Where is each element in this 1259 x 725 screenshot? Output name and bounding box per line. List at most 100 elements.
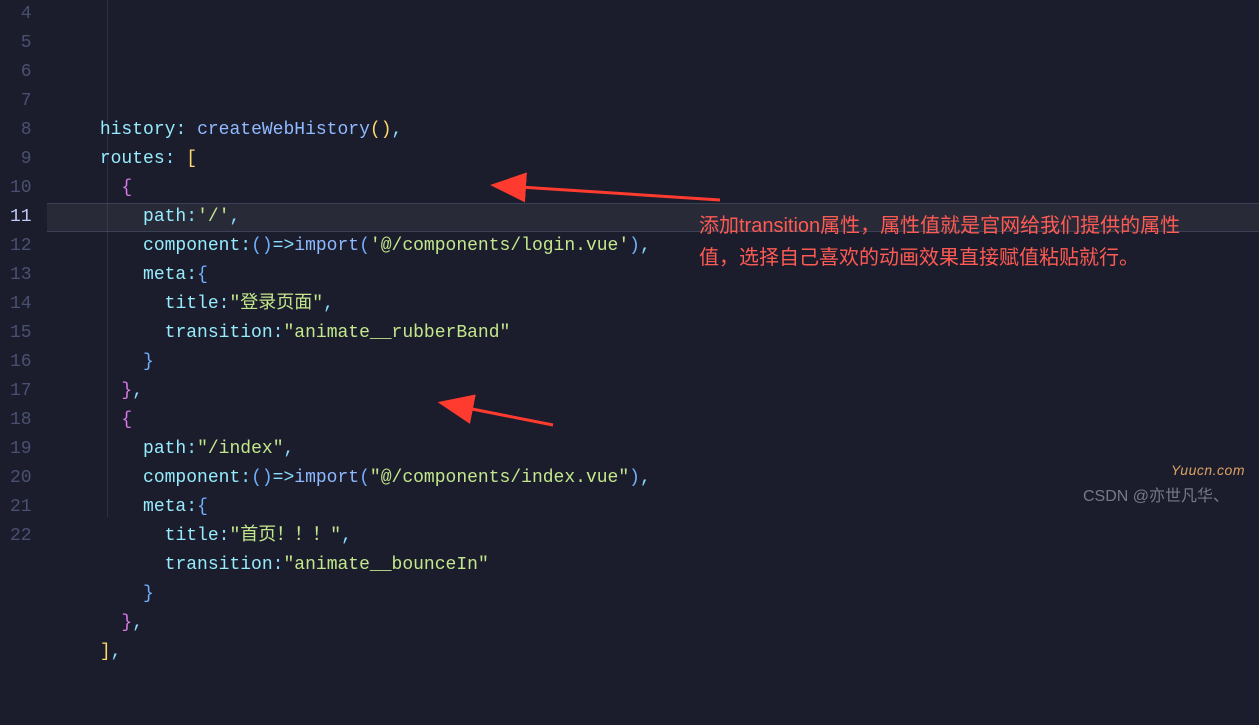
token: component [143,236,240,256]
line-number: 10 [0,174,32,203]
token: ] [100,642,111,662]
token: ' [219,207,230,227]
token [57,381,122,401]
token: : [186,497,197,517]
token: : [186,439,197,459]
code-line[interactable]: component:()=>import('@/components/login… [47,232,1259,261]
token: meta [143,497,186,517]
token: import [294,236,359,256]
token: " [312,294,323,314]
line-number: 9 [0,145,32,174]
token: { [197,265,208,285]
line-number: 15 [0,319,32,348]
token: , [230,207,241,227]
line-number: 21 [0,493,32,522]
line-number: 5 [0,29,32,58]
token: " [618,468,629,488]
token: meta [143,265,186,285]
token: transition [165,323,273,343]
code-line[interactable]: ], [47,638,1259,667]
token: } [143,584,154,604]
token [57,323,165,343]
token: " [273,439,284,459]
line-number: 19 [0,435,32,464]
code-line[interactable]: path:'/', [47,203,1259,232]
token: 首页！！！ [240,526,330,546]
token [57,178,122,198]
token [57,642,100,662]
token: ) [629,236,640,256]
token [57,555,165,575]
line-number: 6 [0,58,32,87]
token: : [186,265,197,285]
token: ' [370,236,381,256]
code-line[interactable]: { [47,174,1259,203]
token: , [284,439,295,459]
token: { [121,410,132,430]
token: , [132,381,143,401]
token: animate__bounceIn [294,555,478,575]
line-number: 8 [0,116,32,145]
code-line[interactable]: component:()=>import("@/components/index… [47,464,1259,493]
token: : [165,149,187,169]
token: " [330,526,341,546]
token: () [251,236,273,256]
code-line[interactable]: history: createWebHistory(), [47,116,1259,145]
code-editor: 45678910111213141516171819202122 history… [0,0,1259,517]
code-line[interactable]: } [47,348,1259,377]
line-number: 12 [0,232,32,261]
token: " [283,555,294,575]
code-line[interactable]: title:"首页！！！", [47,522,1259,551]
token: path [143,439,186,459]
code-line[interactable]: meta:{ [47,261,1259,290]
token: : [273,323,284,343]
code-line[interactable]: } [47,580,1259,609]
token: transition [165,555,273,575]
token: => [273,468,295,488]
token: ( [359,468,370,488]
token: , [640,468,651,488]
token: { [197,497,208,517]
token: : [219,294,230,314]
token [57,207,143,227]
token: , [323,294,334,314]
code-line[interactable]: transition:"animate__bounceIn" [47,551,1259,580]
code-line[interactable]: path:"/index", [47,435,1259,464]
code-line[interactable]: }, [47,609,1259,638]
code-line[interactable]: meta:{ [47,493,1259,522]
token: { [121,178,132,198]
line-number: 4 [0,0,32,29]
token: " [500,323,511,343]
token: history [100,120,176,140]
token: " [478,555,489,575]
code-area[interactable]: history: createWebHistory(), routes: [ {… [47,0,1259,517]
token: " [283,323,294,343]
token: , [132,613,143,633]
token: createWebHistory [197,120,370,140]
token: [ [186,149,197,169]
token: () [251,468,273,488]
token [57,468,143,488]
line-number: 18 [0,406,32,435]
code-line[interactable]: { [47,406,1259,435]
code-line[interactable]: }, [47,377,1259,406]
token: } [121,613,132,633]
token: => [273,236,295,256]
token [57,439,143,459]
token: import [294,468,359,488]
token: 登录页面 [240,294,312,314]
token [57,265,143,285]
token: , [392,120,403,140]
code-line[interactable]: transition:"animate__rubberBand" [47,319,1259,348]
token: : [186,207,197,227]
code-line[interactable]: title:"登录页面", [47,290,1259,319]
token: , [640,236,651,256]
token: path [143,207,186,227]
line-number: 13 [0,261,32,290]
token [57,584,143,604]
token: " [370,468,381,488]
token: : [240,468,251,488]
token: title [165,294,219,314]
code-line[interactable]: routes: [ [47,145,1259,174]
token: : [175,120,197,140]
